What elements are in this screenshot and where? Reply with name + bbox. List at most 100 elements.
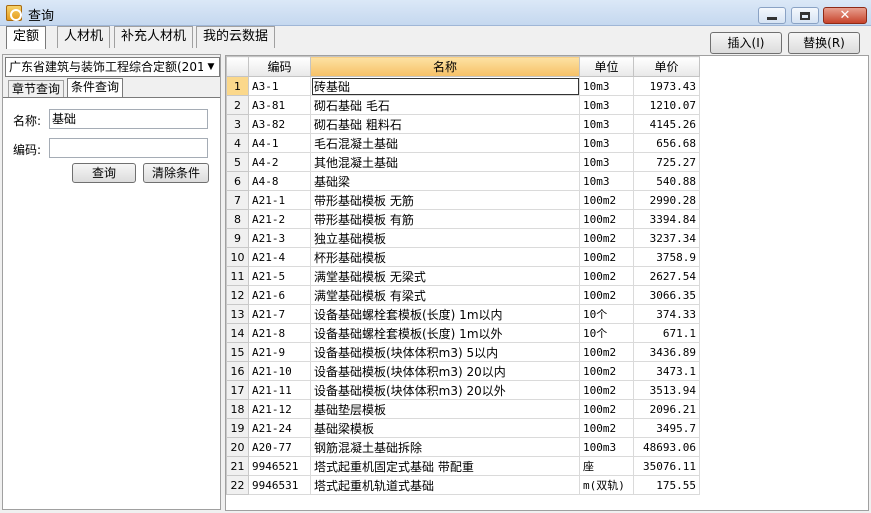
price-cell[interactable]: 656.68 bbox=[633, 133, 700, 153]
price-cell[interactable]: 725.27 bbox=[633, 152, 700, 172]
code-cell[interactable]: A20-77 bbox=[248, 437, 311, 457]
name-cell[interactable]: 砌石基础 粗料石 bbox=[310, 114, 580, 134]
price-cell[interactable]: 374.33 bbox=[633, 304, 700, 324]
name-cell[interactable]: 基础梁模板 bbox=[310, 418, 580, 438]
name-cell[interactable]: 带形基础模板 无筋 bbox=[310, 190, 580, 210]
unit-cell[interactable]: 100m2 bbox=[579, 361, 634, 381]
unit-cell[interactable]: 100m2 bbox=[579, 285, 634, 305]
code-cell[interactable]: A21-6 bbox=[248, 285, 311, 305]
tab-rencaiji[interactable]: 人材机 bbox=[57, 26, 111, 48]
tab-chapter-query[interactable]: 章节查询 bbox=[8, 80, 65, 98]
table-row[interactable]: 17 A21-11 设备基础模板(块体体积m3) 20以外 100m2 3513.94 bbox=[226, 380, 700, 400]
table-row[interactable]: 8 A21-2 带形基础模板 有筋 100m2 3394.84 bbox=[226, 209, 700, 229]
close-button[interactable]: ✕ bbox=[823, 7, 867, 24]
table-row[interactable]: 13 A21-7 设备基础螺栓套模板(长度) 1m以内 10个 374.33 bbox=[226, 304, 700, 324]
code-cell[interactable]: A3-1 bbox=[248, 76, 311, 96]
row-number-cell[interactable]: 3 bbox=[226, 114, 249, 134]
name-cell[interactable]: 设备基础模板(块体体积m3) 20以内 bbox=[310, 361, 580, 381]
price-cell[interactable]: 1973.43 bbox=[633, 76, 700, 96]
row-number-cell[interactable]: 22 bbox=[226, 475, 249, 495]
price-cell[interactable]: 48693.06 bbox=[633, 437, 700, 457]
unit-cell[interactable]: 100m2 bbox=[579, 380, 634, 400]
price-cell[interactable]: 2096.21 bbox=[633, 399, 700, 419]
name-cell[interactable]: 砌石基础 毛石 bbox=[310, 95, 580, 115]
price-cell[interactable]: 3436.89 bbox=[633, 342, 700, 362]
name-cell[interactable]: 塔式起重机轨道式基础 bbox=[310, 475, 580, 495]
price-cell[interactable]: 2627.54 bbox=[633, 266, 700, 286]
table-row[interactable]: 4 A4-1 毛石混凝土基础 10m3 656.68 bbox=[226, 133, 700, 153]
tab-cloud-data[interactable]: 我的云数据 bbox=[196, 26, 276, 48]
row-number-cell[interactable]: 7 bbox=[226, 190, 249, 210]
price-cell[interactable]: 1210.07 bbox=[633, 95, 700, 115]
table-row[interactable]: 12 A21-6 满堂基础模板 有梁式 100m2 3066.35 bbox=[226, 285, 700, 305]
table-row[interactable]: 1 A3-1 砖基础 10m3 1973.43 bbox=[226, 76, 700, 96]
name-cell[interactable]: 设备基础模板(块体体积m3) 5以内 bbox=[310, 342, 580, 362]
code-cell[interactable]: 9946521 bbox=[248, 456, 311, 476]
price-cell[interactable]: 671.1 bbox=[633, 323, 700, 343]
price-cell[interactable]: 2990.28 bbox=[633, 190, 700, 210]
unit-cell[interactable]: 100m2 bbox=[579, 209, 634, 229]
row-number-cell[interactable]: 12 bbox=[226, 285, 249, 305]
row-number-cell[interactable]: 1 bbox=[226, 76, 249, 96]
unit-cell[interactable]: 100m2 bbox=[579, 418, 634, 438]
table-row[interactable]: 2 A3-81 砌石基础 毛石 10m3 1210.07 bbox=[226, 95, 700, 115]
name-cell[interactable]: 设备基础螺栓套模板(长度) 1m以外 bbox=[310, 323, 580, 343]
code-cell[interactable]: A21-12 bbox=[248, 399, 311, 419]
row-number-cell[interactable]: 9 bbox=[226, 228, 249, 248]
row-number-cell[interactable]: 8 bbox=[226, 209, 249, 229]
name-cell[interactable]: 带形基础模板 有筋 bbox=[310, 209, 580, 229]
name-input[interactable]: 基础 bbox=[49, 109, 208, 129]
code-cell[interactable]: A21-5 bbox=[248, 266, 311, 286]
unit-cell[interactable]: 100m3 bbox=[579, 437, 634, 457]
clear-conditions-button[interactable]: 清除条件 bbox=[143, 163, 209, 183]
table-row[interactable]: 10 A21-4 杯形基础模板 100m2 3758.9 bbox=[226, 247, 700, 267]
name-cell[interactable]: 设备基础螺栓套模板(长度) 1m以内 bbox=[310, 304, 580, 324]
table-row[interactable]: 9 A21-3 独立基础模板 100m2 3237.34 bbox=[226, 228, 700, 248]
code-cell[interactable]: A21-9 bbox=[248, 342, 311, 362]
row-number-cell[interactable]: 19 bbox=[226, 418, 249, 438]
unit-cell[interactable]: 10m3 bbox=[579, 152, 634, 172]
library-select[interactable]: 广东省建筑与装饰工程综合定额(201 ▼ bbox=[5, 57, 220, 77]
code-input[interactable] bbox=[49, 138, 208, 158]
unit-cell[interactable]: 100m2 bbox=[579, 228, 634, 248]
insert-button[interactable]: 插入(I) bbox=[710, 32, 782, 54]
table-row[interactable]: 16 A21-10 设备基础模板(块体体积m3) 20以内 100m2 3473.1 bbox=[226, 361, 700, 381]
name-cell[interactable]: 基础垫层模板 bbox=[310, 399, 580, 419]
unit-cell[interactable]: 100m2 bbox=[579, 342, 634, 362]
name-cell[interactable]: 设备基础模板(块体体积m3) 20以外 bbox=[310, 380, 580, 400]
query-button[interactable]: 查询 bbox=[72, 163, 136, 183]
price-cell[interactable]: 175.55 bbox=[633, 475, 700, 495]
row-number-cell[interactable]: 17 bbox=[226, 380, 249, 400]
unit-cell[interactable]: 10m3 bbox=[579, 114, 634, 134]
code-cell[interactable]: A3-81 bbox=[248, 95, 311, 115]
minimize-button[interactable] bbox=[758, 7, 786, 24]
row-number-cell[interactable]: 10 bbox=[226, 247, 249, 267]
unit-cell[interactable]: 100m2 bbox=[579, 247, 634, 267]
code-cell[interactable]: A21-3 bbox=[248, 228, 311, 248]
row-number-cell[interactable]: 21 bbox=[226, 456, 249, 476]
unit-cell[interactable]: 10m3 bbox=[579, 133, 634, 153]
name-cell[interactable]: 钢筋混凝土基础拆除 bbox=[310, 437, 580, 457]
name-cell[interactable]: 塔式起重机固定式基础 带配重 bbox=[310, 456, 580, 476]
code-cell[interactable]: A21-24 bbox=[248, 418, 311, 438]
row-number-cell[interactable]: 14 bbox=[226, 323, 249, 343]
tab-dinge[interactable]: 定额 bbox=[6, 26, 47, 49]
price-cell[interactable]: 3495.7 bbox=[633, 418, 700, 438]
row-number-cell[interactable]: 15 bbox=[226, 342, 249, 362]
tab-condition-query[interactable]: 条件查询 bbox=[67, 78, 124, 98]
code-cell[interactable]: A21-2 bbox=[248, 209, 311, 229]
price-cell[interactable]: 3473.1 bbox=[633, 361, 700, 381]
name-cell[interactable]: 杯形基础模板 bbox=[310, 247, 580, 267]
row-number-cell[interactable]: 20 bbox=[226, 437, 249, 457]
row-number-cell[interactable]: 18 bbox=[226, 399, 249, 419]
header-name[interactable]: 名称 bbox=[310, 56, 580, 77]
unit-cell[interactable]: 10个 bbox=[579, 323, 634, 343]
name-cell[interactable]: 满堂基础模板 无梁式 bbox=[310, 266, 580, 286]
table-row[interactable]: 3 A3-82 砌石基础 粗料石 10m3 4145.26 bbox=[226, 114, 700, 134]
code-cell[interactable]: A21-11 bbox=[248, 380, 311, 400]
name-cell[interactable]: 毛石混凝土基础 bbox=[310, 133, 580, 153]
table-row[interactable]: 18 A21-12 基础垫层模板 100m2 2096.21 bbox=[226, 399, 700, 419]
code-cell[interactable]: A21-4 bbox=[248, 247, 311, 267]
table-row[interactable]: 19 A21-24 基础梁模板 100m2 3495.7 bbox=[226, 418, 700, 438]
table-row[interactable]: 7 A21-1 带形基础模板 无筋 100m2 2990.28 bbox=[226, 190, 700, 210]
